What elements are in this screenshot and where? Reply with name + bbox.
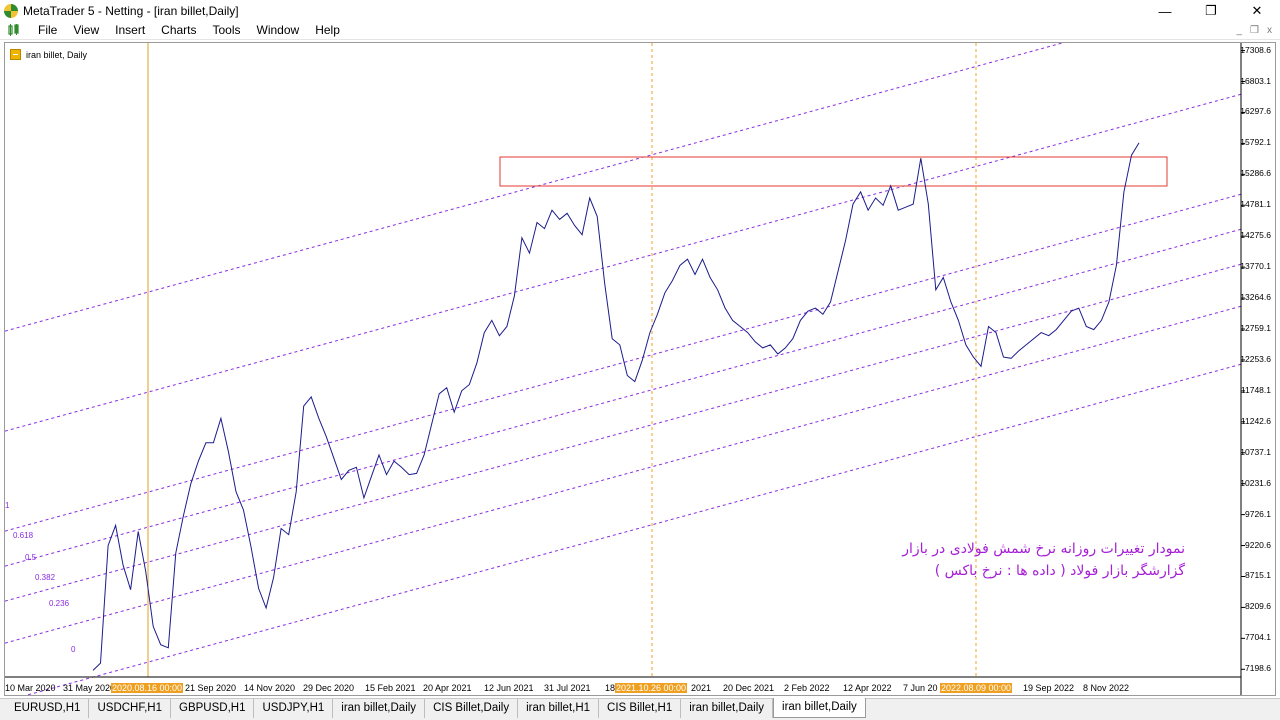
chart-tab[interactable]: iran billet,Daily: [773, 698, 866, 718]
price-label: 8209.6: [1245, 601, 1271, 612]
fibo-channel-line: [5, 93, 1242, 432]
price-label: 9726.1: [1245, 508, 1271, 519]
price-label: 10231.6: [1240, 477, 1271, 488]
symbol-name: iran billet, Daily: [26, 49, 88, 60]
price-label: 16803.1: [1240, 75, 1271, 86]
date-label: 15 Feb 2021: [365, 683, 416, 693]
chart-tab[interactable]: iran billet,Daily: [681, 699, 774, 718]
fibo-level-label: 1: [5, 501, 10, 510]
date-label: 31 Jul 2021: [544, 683, 591, 693]
price-label: 17308.6: [1240, 44, 1271, 55]
chart-tab[interactable]: USDCHF,H1: [89, 699, 172, 718]
annotation-line-1: نمودار تغییرات روزانه نرخ شمش فولادی در …: [902, 541, 1185, 557]
price-label: 10737.1: [1240, 446, 1271, 457]
chart-tab[interactable]: CIS Billet,H1: [599, 699, 682, 718]
date-label: 2020.08.16 00:00: [111, 683, 184, 693]
chart-tab[interactable]: USDJPY,H1: [254, 699, 334, 718]
fibo-channel-line: [25, 363, 1242, 695]
menu-insert[interactable]: Insert: [107, 21, 153, 40]
price-chart[interactable]: [5, 43, 1276, 696]
date-label: 20 Apr 2021: [423, 683, 472, 693]
price-label: 13264.6: [1240, 292, 1271, 303]
fibo-level-label: 0.382: [35, 573, 56, 582]
date-label: 2022.08.09 00:00: [940, 683, 1013, 693]
price-label: 12759.1: [1240, 323, 1271, 333]
price-label: 7198.6: [1245, 663, 1271, 674]
fibo-level-label: 0.5: [25, 553, 37, 562]
price-label: 14781.1: [1240, 199, 1271, 210]
menu-tools[interactable]: Tools: [205, 21, 249, 40]
date-label: 12 Jun 2021: [484, 683, 534, 693]
price-label: 15792.1: [1240, 137, 1271, 148]
metatrader-logo-icon: [4, 4, 18, 18]
fibo-channel-line: [5, 43, 1065, 332]
menu-file[interactable]: File: [30, 21, 65, 40]
menu-window[interactable]: Window: [249, 21, 308, 40]
date-label: 2 Feb 2022: [784, 683, 830, 693]
date-label: 20 Dec 2021: [723, 683, 775, 693]
price-label: 14275.6: [1240, 230, 1271, 241]
date-label: 29 Dec 2020: [303, 683, 355, 693]
date-label: 10 Mar 2020: [5, 683, 56, 693]
title-bar: MetaTrader 5 - Netting - [iran billet,Da…: [0, 0, 1280, 22]
symbol-label: iran billet, Daily: [10, 49, 87, 60]
fibo-level-label: 0.236: [49, 599, 70, 608]
window-title: MetaTrader 5 - Netting - [iran billet,Da…: [23, 4, 239, 18]
price-label: 8715.1: [1245, 570, 1271, 581]
date-label: 19 Sep 2022: [1023, 683, 1075, 693]
chart-menu-icon[interactable]: [6, 23, 22, 37]
menu-bar: File View Insert Charts Tools Window Hel…: [0, 21, 1280, 40]
chart-tab[interactable]: iran billet,H1: [518, 699, 600, 718]
date-label: 7 Jun 20: [903, 683, 938, 693]
maximize-button[interactable]: ❐: [1188, 0, 1234, 22]
chart-tab[interactable]: CIS Billet,Daily: [425, 699, 519, 718]
mdi-close-button[interactable]: x: [1267, 21, 1272, 40]
mdi-restore-button[interactable]: ❐: [1250, 21, 1259, 40]
chart-tab-bar: EURUSD,H1 USDCHF,H1 GBPUSD,H1 USDJPY,H1 iran…: [0, 698, 1280, 720]
chart-tab[interactable]: iran billet,Daily: [333, 699, 426, 718]
metatrader-window: MetaTrader 5 - Netting - [iran billet,Da…: [0, 0, 1280, 720]
price-label: 9220.6: [1245, 539, 1271, 550]
date-label: 12 Apr 2022: [843, 683, 892, 693]
chart-window[interactable]: iran billet, Daily 17308.6 16803.1 16297.6…: [4, 42, 1276, 696]
fibo-channel-line: [5, 193, 1242, 532]
menu-charts[interactable]: Charts: [153, 21, 204, 40]
price-label: 12253.6: [1240, 353, 1271, 364]
price-label: 16297.6: [1240, 106, 1271, 117]
symbol-icon: [10, 49, 21, 60]
chart-tab[interactable]: GBPUSD,H1: [171, 699, 255, 718]
date-label: 8 Nov 2022: [1083, 683, 1130, 693]
price-series-line: [92, 142, 1140, 671]
date-label: 2021.10.26 00:00: [615, 683, 688, 693]
price-label: 15286.6: [1240, 168, 1271, 179]
fibo-level-label: 0.618: [13, 531, 34, 540]
date-label: 2021: [691, 683, 712, 693]
price-label: 11242.6: [1240, 415, 1271, 426]
fibo-level-label: 0: [71, 645, 76, 654]
minimize-button[interactable]: —: [1142, 0, 1188, 22]
chart-tab[interactable]: EURUSD,H1: [6, 699, 90, 718]
date-label: 31 May 2020: [63, 683, 116, 693]
date-label: 21 Sep 2020: [185, 683, 237, 693]
date-label: 18: [605, 683, 616, 693]
resistance-box: [499, 156, 1168, 187]
date-label: 14 Nov 2020: [244, 683, 296, 693]
menu-view[interactable]: View: [65, 21, 107, 40]
menu-help[interactable]: Help: [307, 21, 348, 40]
price-label: 13770.1: [1240, 261, 1271, 272]
fibo-channel-line: [5, 228, 1242, 567]
price-label: 7704.1: [1245, 632, 1271, 643]
close-button[interactable]: ✕: [1234, 0, 1280, 22]
annotation-line-2: گزارشگر بازار فولاد ( داده ها : نرخ باکس…: [934, 563, 1185, 579]
price-label: 11748.1: [1240, 384, 1271, 395]
mdi-minimize-button[interactable]: _: [1236, 21, 1242, 40]
